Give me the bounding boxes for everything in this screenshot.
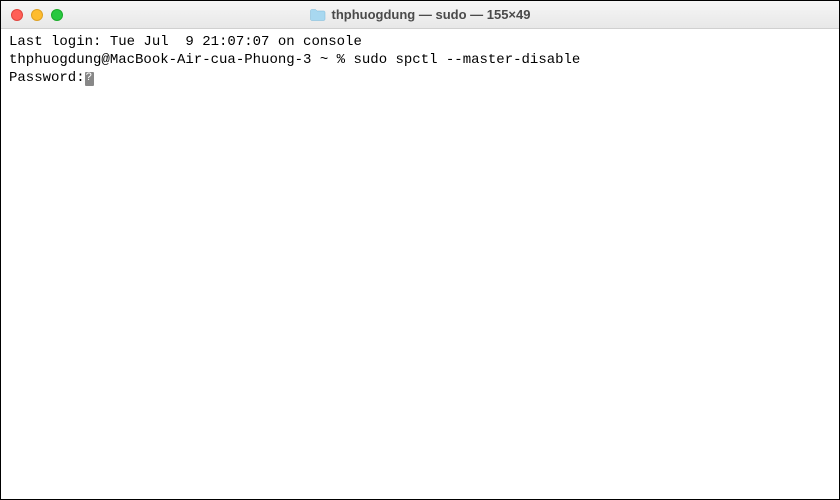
prompt-symbol: % [337,52,345,68]
password-label: Password: [9,70,85,86]
terminal-body[interactable]: Last login: Tue Jul 9 21:07:07 on consol… [1,29,839,499]
window-title: thphuogdung — sudo — 155×49 [332,7,531,22]
prompt-user: thphuogdung@MacBook-Air-cua-Phuong-3 [9,52,311,68]
close-button[interactable] [11,9,23,21]
zoom-button[interactable] [51,9,63,21]
key-icon [85,72,94,86]
prompt-path: ~ [320,52,328,68]
command-text: sudo spctl --master-disable [353,52,580,68]
last-login-line: Last login: Tue Jul 9 21:07:07 on consol… [9,33,831,51]
minimize-button[interactable] [31,9,43,21]
terminal-window: thphuogdung — sudo — 155×49 Last login: … [0,0,840,500]
window-title-group: thphuogdung — sudo — 155×49 [310,7,531,22]
titlebar[interactable]: thphuogdung — sudo — 155×49 [1,1,839,29]
folder-icon [310,9,326,21]
window-controls [11,9,63,21]
password-line: Password: [9,69,831,87]
prompt-line: thphuogdung@MacBook-Air-cua-Phuong-3 ~ %… [9,51,831,69]
